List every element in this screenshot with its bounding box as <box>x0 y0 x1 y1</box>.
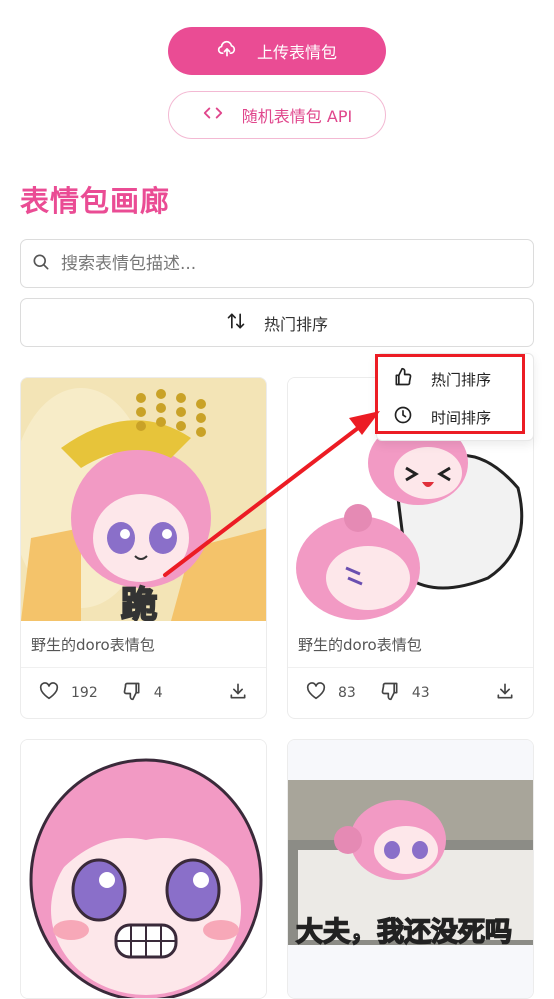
dislike-button[interactable]: 4 <box>122 681 163 705</box>
heart-icon <box>39 682 59 704</box>
meme-image[interactable]: 大夫，我还没死吗 <box>288 740 533 998</box>
download-button[interactable] <box>495 681 515 705</box>
upload-meme-button[interactable]: 上传表情包 <box>168 27 386 75</box>
cloud-upload-icon <box>217 39 237 63</box>
meme-image[interactable]: 跪 <box>21 378 266 621</box>
random-meme-api-label: 随机表情包 API <box>241 107 353 126</box>
download-icon <box>495 683 515 705</box>
dislike-button[interactable]: 43 <box>380 681 430 705</box>
like-count: 83 <box>338 685 356 701</box>
sort-label: 热门排序 <box>263 314 328 334</box>
search-box[interactable] <box>20 239 534 288</box>
code-icon <box>202 105 224 125</box>
meme-image-text: 大夫，我还没死吗 <box>295 916 513 949</box>
download-icon <box>228 683 248 705</box>
meme-actions: 192 4 <box>21 668 266 718</box>
meme-image[interactable] <box>21 740 266 998</box>
like-button[interactable]: 83 <box>306 682 356 704</box>
meme-image-text: 跪 <box>120 584 158 621</box>
search-input[interactable] <box>59 252 503 275</box>
thumbs-down-icon <box>122 681 142 705</box>
meme-card[interactable] <box>20 739 267 999</box>
search-icon <box>31 252 51 276</box>
upload-meme-label: 上传表情包 <box>256 43 337 62</box>
meme-card[interactable]: 跪 野生的doro表情包 192 4 <box>20 377 267 719</box>
meme-caption: 野生的doro表情包 <box>288 621 533 668</box>
dislike-count: 4 <box>153 685 163 701</box>
dislike-count: 43 <box>411 685 430 701</box>
heart-icon <box>306 682 326 704</box>
sort-arrows-icon <box>226 311 246 335</box>
meme-actions: 83 43 <box>288 668 533 718</box>
meme-caption: 野生的doro表情包 <box>21 621 266 668</box>
thumbs-down-icon <box>380 681 400 705</box>
download-button[interactable] <box>228 681 248 705</box>
annotation-highlight-box <box>375 354 525 434</box>
like-count: 192 <box>71 685 98 701</box>
random-meme-api-button[interactable]: 随机表情包 API <box>168 91 386 139</box>
meme-card[interactable]: 大夫，我还没死吗 <box>287 739 534 999</box>
like-button[interactable]: 192 <box>39 682 98 704</box>
gallery-title: 表情包画廊 <box>20 184 171 218</box>
sort-dropdown-button[interactable]: 热门排序 <box>20 298 534 347</box>
